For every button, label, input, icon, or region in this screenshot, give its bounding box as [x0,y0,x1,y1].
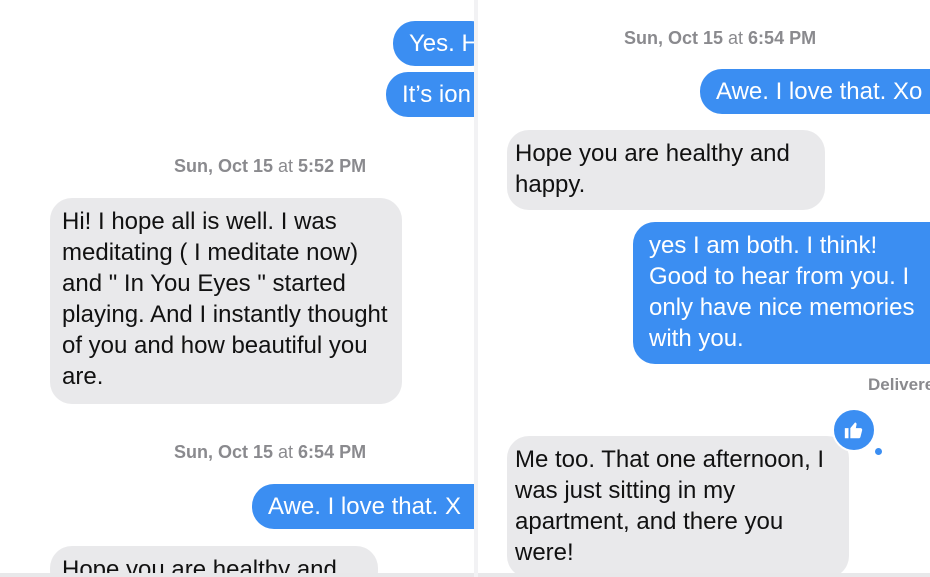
bottom-divider-right [478,573,930,577]
sent-message-awe[interactable]: Awe. I love that. X [252,484,474,529]
right-screenshot-panel: Sun, Oct 15 at 6:54 PM Awe. I love that.… [478,0,930,577]
received-message-meditating[interactable]: Hi! I hope all is well. I was meditating… [50,198,402,404]
sent-message-yes[interactable]: Yes. H [393,21,474,66]
tapback-tail-dot [875,448,882,455]
tapback-badge[interactable] [832,408,876,452]
timestamp-right: Sun, Oct 15 at 6:54 PM [624,28,817,48]
thumbs-up-icon [844,422,863,439]
delivered-status: Delivere [868,375,930,394]
sent-message-yes-both[interactable]: yes I am both. I think! Good to hear fro… [633,222,930,364]
timestamp-1: Sun, Oct 15 at 5:52 PM [174,156,367,176]
sent-message-ion[interactable]: It’s ion [386,72,474,117]
left-screenshot-panel: Yes. H It’s ion Sun, Oct 15 at 5:52 PM H… [0,0,474,577]
sent-message-awe-xo[interactable]: Awe. I love that. Xo [700,69,930,114]
bottom-divider [0,573,474,577]
received-message-hope[interactable]: Hope you are healthy and happy. [507,130,825,210]
received-message-me-too[interactable]: Me too. That one afternoon, I was just s… [507,436,849,577]
timestamp-2: Sun, Oct 15 at 6:54 PM [174,442,367,462]
